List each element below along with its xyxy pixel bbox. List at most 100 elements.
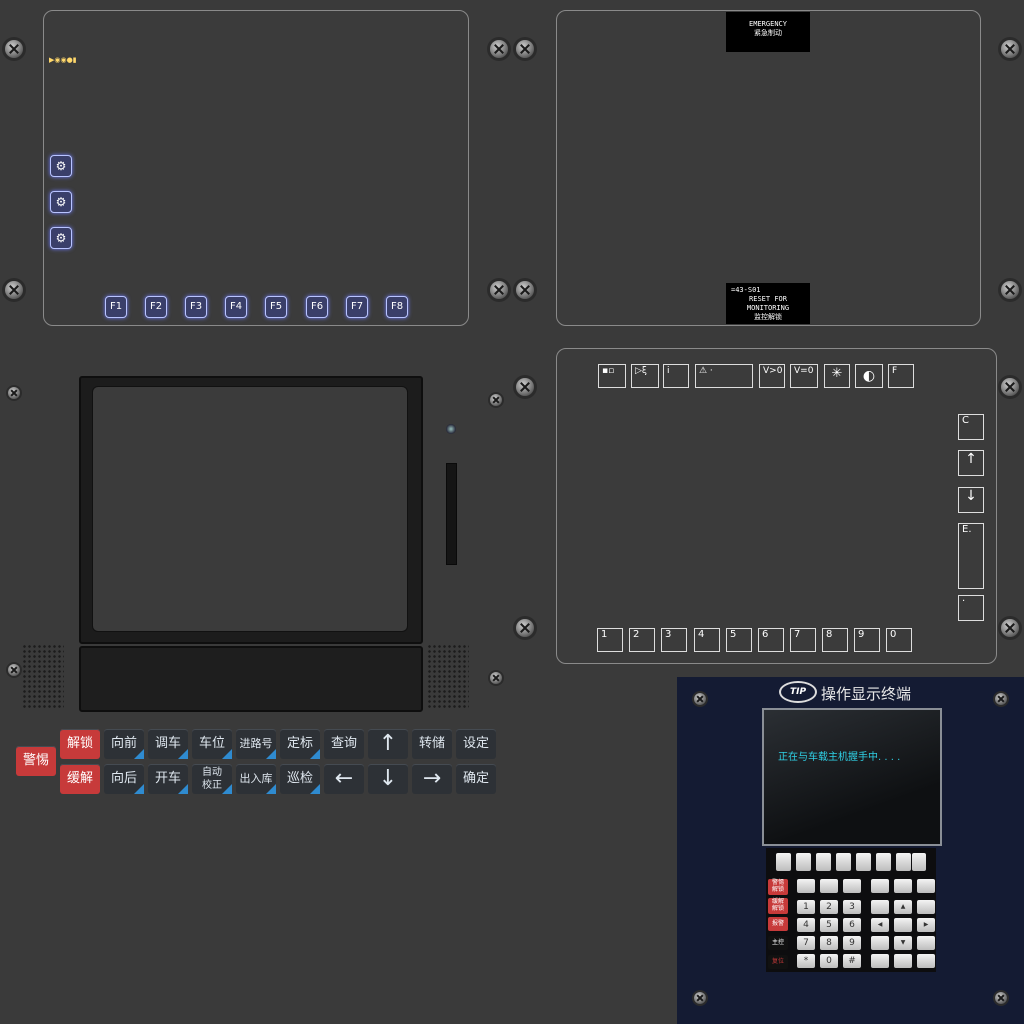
dot-button[interactable]: · [958,595,984,621]
clear-button[interactable]: C [958,414,984,440]
emergency-brake-button[interactable]: EMERGENCY 紧急制动 [726,12,810,52]
terminal-num-6[interactable]: 6 [843,918,861,932]
forward-key[interactable]: 向前 [104,729,144,759]
f4-key[interactable]: F4 [225,296,247,318]
alarm-key[interactable]: 报警 [768,917,788,931]
function-key[interactable] [843,879,861,893]
master-control-key[interactable]: 主控 [768,936,788,950]
soft-key[interactable] [816,853,831,871]
terminal-star[interactable]: * [797,954,815,968]
nav-key[interactable] [917,900,935,914]
settings-gear-icon[interactable]: ⚙ [50,227,72,249]
monitor-screen[interactable] [92,386,408,632]
nav-left-key[interactable]: ◀ [871,918,889,932]
num-0-button[interactable]: 0 [886,628,912,652]
num-2-button[interactable]: 2 [629,628,655,652]
inspection-key[interactable]: 巡检 [280,764,320,794]
shunting-key[interactable]: 调车 [148,729,188,759]
num-7-button[interactable]: 7 [790,628,816,652]
f5-key[interactable]: F5 [265,296,287,318]
down-arrow-key[interactable]: ↓ [368,764,408,794]
left-arrow-key[interactable]: ← [324,764,364,794]
settings-key[interactable]: 设定 [456,729,496,759]
num-8-button[interactable]: 8 [822,628,848,652]
soft-key[interactable] [896,853,911,871]
nav-key[interactable] [871,936,889,950]
monitor-reset-button[interactable]: =43-S01 RESET FOR MONITORING 监控解锁 [726,283,810,324]
car-position-key[interactable]: 车位 [192,729,232,759]
terminal-num-8[interactable]: 8 [820,936,838,950]
terminal-num-3[interactable]: 3 [843,900,861,914]
f6-key[interactable]: F6 [306,296,328,318]
function-key[interactable] [917,879,935,893]
terminal-num-4[interactable]: 4 [797,918,815,932]
num-1-button[interactable]: 1 [597,628,623,652]
terminal-screen[interactable]: 正在与车载主机握手中. . . . [762,708,942,846]
settings-gear-icon[interactable]: ⚙ [50,191,72,213]
start-key[interactable]: 开车 [148,764,188,794]
function-key[interactable] [871,879,889,893]
terminal-num-2[interactable]: 2 [820,900,838,914]
slow-release-button[interactable]: 缓解 [60,764,100,794]
num-5-button[interactable]: 5 [726,628,752,652]
function-key[interactable] [797,879,815,893]
soft-key[interactable] [912,853,926,871]
calibrate-key[interactable]: 定标 [280,729,320,759]
query-key[interactable]: 查询 [324,729,364,759]
function-key[interactable] [820,879,838,893]
dump-key[interactable]: 转储 [412,729,452,759]
f3-key[interactable]: F3 [185,296,207,318]
warning-button[interactable]: ⚠ · [695,364,753,388]
soft-key[interactable] [796,853,811,871]
num-9-button[interactable]: 9 [854,628,880,652]
mode-button[interactable]: ▪▫ [598,364,626,388]
num-4-button[interactable]: 4 [694,628,720,652]
release-unlock-key[interactable]: 缓解 解锁 [768,898,788,914]
function-key[interactable] [894,879,912,893]
f8-key[interactable]: F8 [386,296,408,318]
reset-key[interactable]: 复位 [768,955,788,969]
terminal-num-9[interactable]: 9 [843,936,861,950]
soft-key[interactable] [776,853,791,871]
card-slot[interactable] [446,463,457,565]
brightness-button[interactable]: ✳ [824,364,850,388]
alert-button[interactable]: 警惕 [16,746,56,776]
enter-button[interactable]: E. [958,523,984,589]
nav-right-key[interactable]: ▶ [917,918,935,932]
settings-gear-icon[interactable]: ⚙ [50,155,72,177]
nav-key[interactable] [917,936,935,950]
function-f-button[interactable]: F [888,364,914,388]
unlock-button[interactable]: 解锁 [60,729,100,759]
info-button[interactable]: i [663,364,689,388]
down-arrow-button[interactable]: ↓ [958,487,984,513]
num-6-button[interactable]: 6 [758,628,784,652]
nav-up-key[interactable]: ▲ [894,900,912,914]
nav-key[interactable] [871,954,889,968]
nav-down-key[interactable]: ▼ [894,936,912,950]
nav-key[interactable] [871,900,889,914]
terminal-hash[interactable]: # [843,954,861,968]
f7-key[interactable]: F7 [346,296,368,318]
f1-key[interactable]: F1 [105,296,127,318]
speed-zero-button[interactable]: V=0 [790,364,818,388]
nav-center-key[interactable] [894,918,912,932]
confirm-key[interactable]: 确定 [456,764,496,794]
right-arrow-key[interactable]: → [412,764,452,794]
soft-key[interactable] [836,853,851,871]
terminal-num-7[interactable]: 7 [797,936,815,950]
up-arrow-button[interactable]: ↑ [958,450,984,476]
nav-key[interactable] [894,954,912,968]
backward-key[interactable]: 向后 [104,764,144,794]
contrast-button[interactable]: ◐ [855,364,883,388]
auto-correct-key[interactable]: 自动 校正 [192,764,232,794]
terminal-num-1[interactable]: 1 [797,900,815,914]
speed-gt-zero-button[interactable]: V>0 [759,364,785,388]
signal-button[interactable]: ▷ξ [631,364,659,388]
alert-unlock-key[interactable]: 警惕 解锁 [768,879,788,895]
up-arrow-key[interactable]: ↑ [368,729,408,759]
num-3-button[interactable]: 3 [661,628,687,652]
terminal-num-0[interactable]: 0 [820,954,838,968]
route-number-key[interactable]: 进路号 [236,729,276,759]
f2-key[interactable]: F2 [145,296,167,318]
nav-key[interactable] [917,954,935,968]
